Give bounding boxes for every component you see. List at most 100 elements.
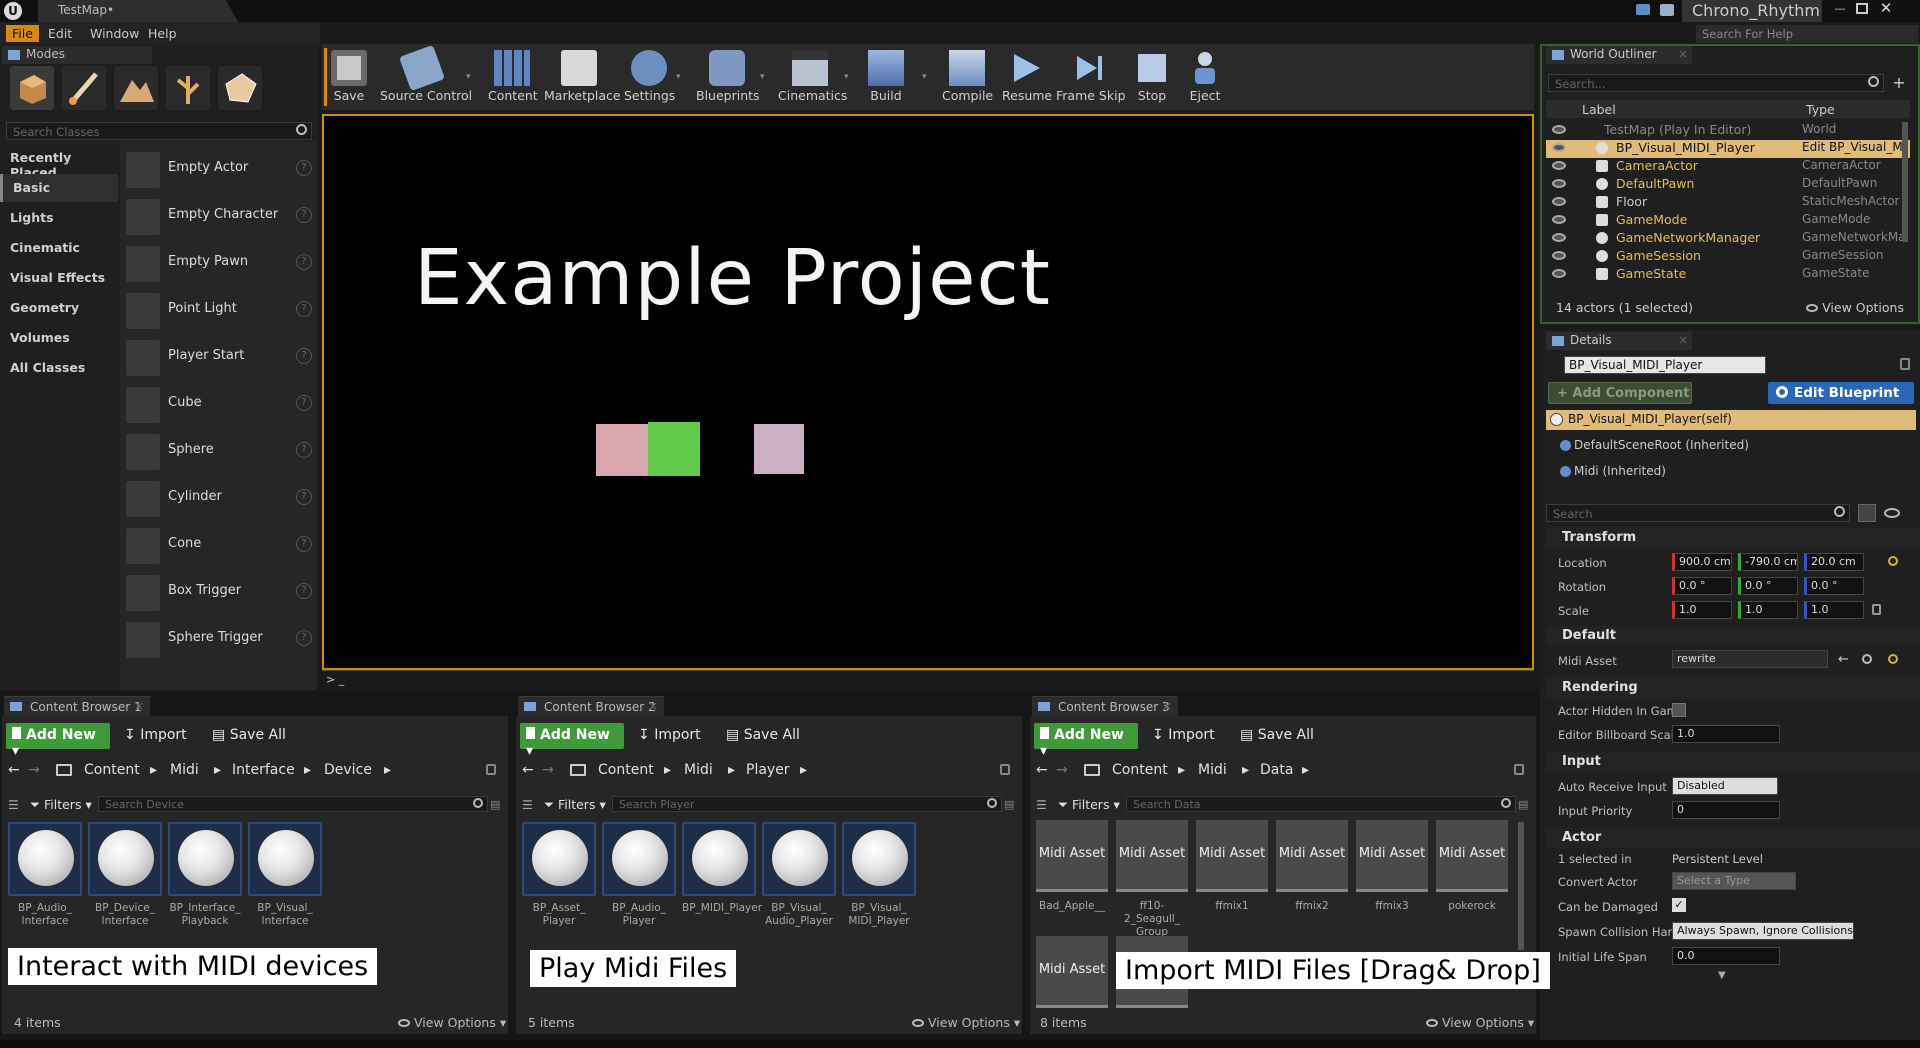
stop-button[interactable]: Stop (1130, 50, 1174, 108)
breadcrumb-data[interactable]: Data (1260, 762, 1293, 778)
asset-tile[interactable]: BP_MIDI_Player (682, 822, 762, 915)
save-search-icon[interactable]: ▤ (1518, 798, 1528, 811)
asset-search-input[interactable]: Search Data (1126, 796, 1516, 812)
asset-tile[interactable]: BP_Asset_ Player (522, 822, 596, 928)
breadcrumb-content[interactable]: Content (84, 762, 140, 778)
lock-icon[interactable] (1514, 764, 1524, 775)
category-basic[interactable]: Basic (0, 174, 118, 202)
close-button[interactable]: ✕ (1878, 1, 1894, 17)
rotation-label[interactable]: Rotation (1558, 580, 1606, 594)
source-control-dropdown-icon[interactable]: ▾ (466, 72, 471, 82)
menu-window[interactable]: Window (84, 25, 145, 42)
resume-button[interactable]: Resume (1002, 50, 1052, 108)
rotation-y-field[interactable]: 0.0 ° (1738, 577, 1798, 595)
outliner-col-label[interactable]: Label (1582, 102, 1616, 117)
help-icon[interactable]: ? (296, 583, 312, 599)
source-control-button[interactable]: Source Control (380, 44, 472, 108)
help-icon[interactable]: ? (296, 254, 312, 270)
midi-cube-green[interactable] (648, 422, 700, 476)
menu-edit[interactable]: Edit (42, 25, 78, 42)
outliner-row[interactable]: DefaultPawn DefaultPawn (1546, 176, 1910, 194)
close-icon[interactable]: × (1162, 699, 1172, 713)
outliner-row[interactable]: CameraActor CameraActor (1546, 158, 1910, 176)
cinematics-button[interactable]: Cinematics (778, 50, 847, 108)
midi-asset-tile[interactable]: Midi Asset Bad_Apple__ (1036, 820, 1108, 913)
reset-to-default-icon[interactable] (1888, 654, 1898, 664)
help-icon[interactable]: ? (296, 536, 312, 552)
landscape-mode-icon[interactable] (114, 66, 158, 110)
actor-hidden-checkbox[interactable] (1672, 703, 1686, 717)
help-icon[interactable]: ? (296, 160, 312, 176)
build-button[interactable]: Build (864, 50, 908, 108)
visibility-filter-icon[interactable] (1884, 508, 1900, 518)
sources-panel-icon[interactable]: ☰ (522, 798, 533, 812)
breadcrumb-interface[interactable]: Interface (232, 762, 295, 778)
breadcrumb-player[interactable]: Player (746, 762, 790, 778)
history-forward-icon[interactable]: → (1056, 762, 1068, 778)
location-x-field[interactable]: 900.0 cm (1672, 553, 1732, 571)
location-z-field[interactable]: 20.0 cm (1804, 553, 1864, 571)
convert-actor-dropdown[interactable]: Select a Type (1672, 872, 1796, 890)
visibility-eye-icon[interactable] (1552, 269, 1566, 278)
sources-panel-icon[interactable]: ☰ (1036, 798, 1047, 812)
category-lights[interactable]: Lights (0, 204, 118, 232)
use-selected-arrow-icon[interactable]: ← (1838, 652, 1849, 667)
initial-life-span-field[interactable]: 0.0 (1672, 947, 1780, 965)
add-new-button[interactable]: Add New ▾ (6, 723, 110, 759)
midi-asset-tile[interactable]: Midi Asset (1036, 936, 1108, 1008)
section-rendering[interactable]: Rendering (1546, 678, 1920, 698)
outliner-row[interactable]: GameState GameState (1546, 266, 1910, 284)
place-item-player-start[interactable]: Player Start? (126, 336, 312, 380)
add-new-button[interactable]: Add New ▾ (520, 723, 624, 759)
view-options-button[interactable]: View Options (1806, 300, 1904, 315)
history-back-icon[interactable]: ← (8, 762, 20, 778)
scale-lock-icon[interactable] (1872, 604, 1881, 615)
component-row[interactable]: DefaultSceneRoot (Inherited) (1546, 436, 1916, 456)
help-icon[interactable]: ? (296, 489, 312, 505)
expand-advanced-icon[interactable]: ▼ (1718, 970, 1726, 981)
view-options-button[interactable]: View Options ▾ (398, 1015, 506, 1030)
lock-icon[interactable] (486, 764, 496, 775)
property-matrix-icon[interactable] (1858, 504, 1876, 522)
outliner-row-selected[interactable]: BP_Visual_MIDI_Player Edit BP_Visual_M (1546, 140, 1910, 158)
console-input[interactable]: > _ (322, 670, 1534, 690)
save-all-button[interactable]: ▤ Save All (206, 723, 306, 749)
close-icon[interactable]: × (1678, 47, 1688, 61)
details-search-input[interactable]: Search (1546, 504, 1850, 522)
midi-asset-tile[interactable]: Midi Asset pokerock (1436, 820, 1508, 913)
menu-file[interactable]: File (6, 25, 39, 42)
outliner-row[interactable]: Floor StaticMeshActor (1546, 194, 1910, 212)
help-icon[interactable]: ? (296, 442, 312, 458)
rotation-x-field[interactable]: 0.0 ° (1672, 577, 1732, 595)
visibility-eye-icon[interactable] (1552, 143, 1566, 152)
asset-tile[interactable]: BP_Audio_ Player (602, 822, 676, 928)
sources-panel-icon[interactable]: ☰ (8, 798, 19, 812)
modes-tab[interactable]: Modes (2, 46, 152, 64)
component-row-self[interactable]: BP_Visual_MIDI_Player(self) (1546, 410, 1916, 430)
eject-button[interactable]: Eject (1184, 50, 1226, 108)
section-input[interactable]: Input (1546, 752, 1920, 772)
breadcrumb-midi[interactable]: Midi (684, 762, 713, 778)
import-button[interactable]: ↧ Import (1146, 723, 1228, 749)
help-icon[interactable]: ? (296, 301, 312, 317)
import-button[interactable]: ↧ Import (632, 723, 714, 749)
history-forward-icon[interactable]: → (542, 762, 554, 778)
asset-tile[interactable]: BP_Visual_ Interface (248, 822, 322, 928)
marketplace-button[interactable]: Marketplace (544, 50, 621, 108)
asset-tile[interactable]: BP_Device_ Interface (88, 822, 162, 928)
add-component-button[interactable]: + Add Component (1548, 382, 1692, 404)
lock-icon[interactable] (1900, 358, 1910, 370)
foliage-mode-icon[interactable] (166, 66, 210, 110)
asset-tile[interactable]: BP_Interface_ Playback (168, 822, 242, 928)
maximize-button[interactable] (1856, 3, 1868, 14)
scale-y-field[interactable]: 1.0 (1738, 601, 1798, 619)
paint-mode-icon[interactable] (62, 66, 106, 110)
cinematics-dropdown-icon[interactable]: ▾ (844, 72, 849, 82)
close-icon[interactable]: × (648, 699, 658, 713)
content-browser-3-tab[interactable]: Content Browser 3 × (1032, 696, 1178, 716)
import-button[interactable]: ↧ Import (118, 723, 200, 749)
outliner-row[interactable]: TestMap (Play In Editor) World (1546, 122, 1910, 140)
visibility-eye-icon[interactable] (1552, 251, 1566, 260)
reset-to-default-icon[interactable] (1888, 556, 1898, 566)
settings-dropdown-icon[interactable]: ▾ (676, 72, 681, 82)
